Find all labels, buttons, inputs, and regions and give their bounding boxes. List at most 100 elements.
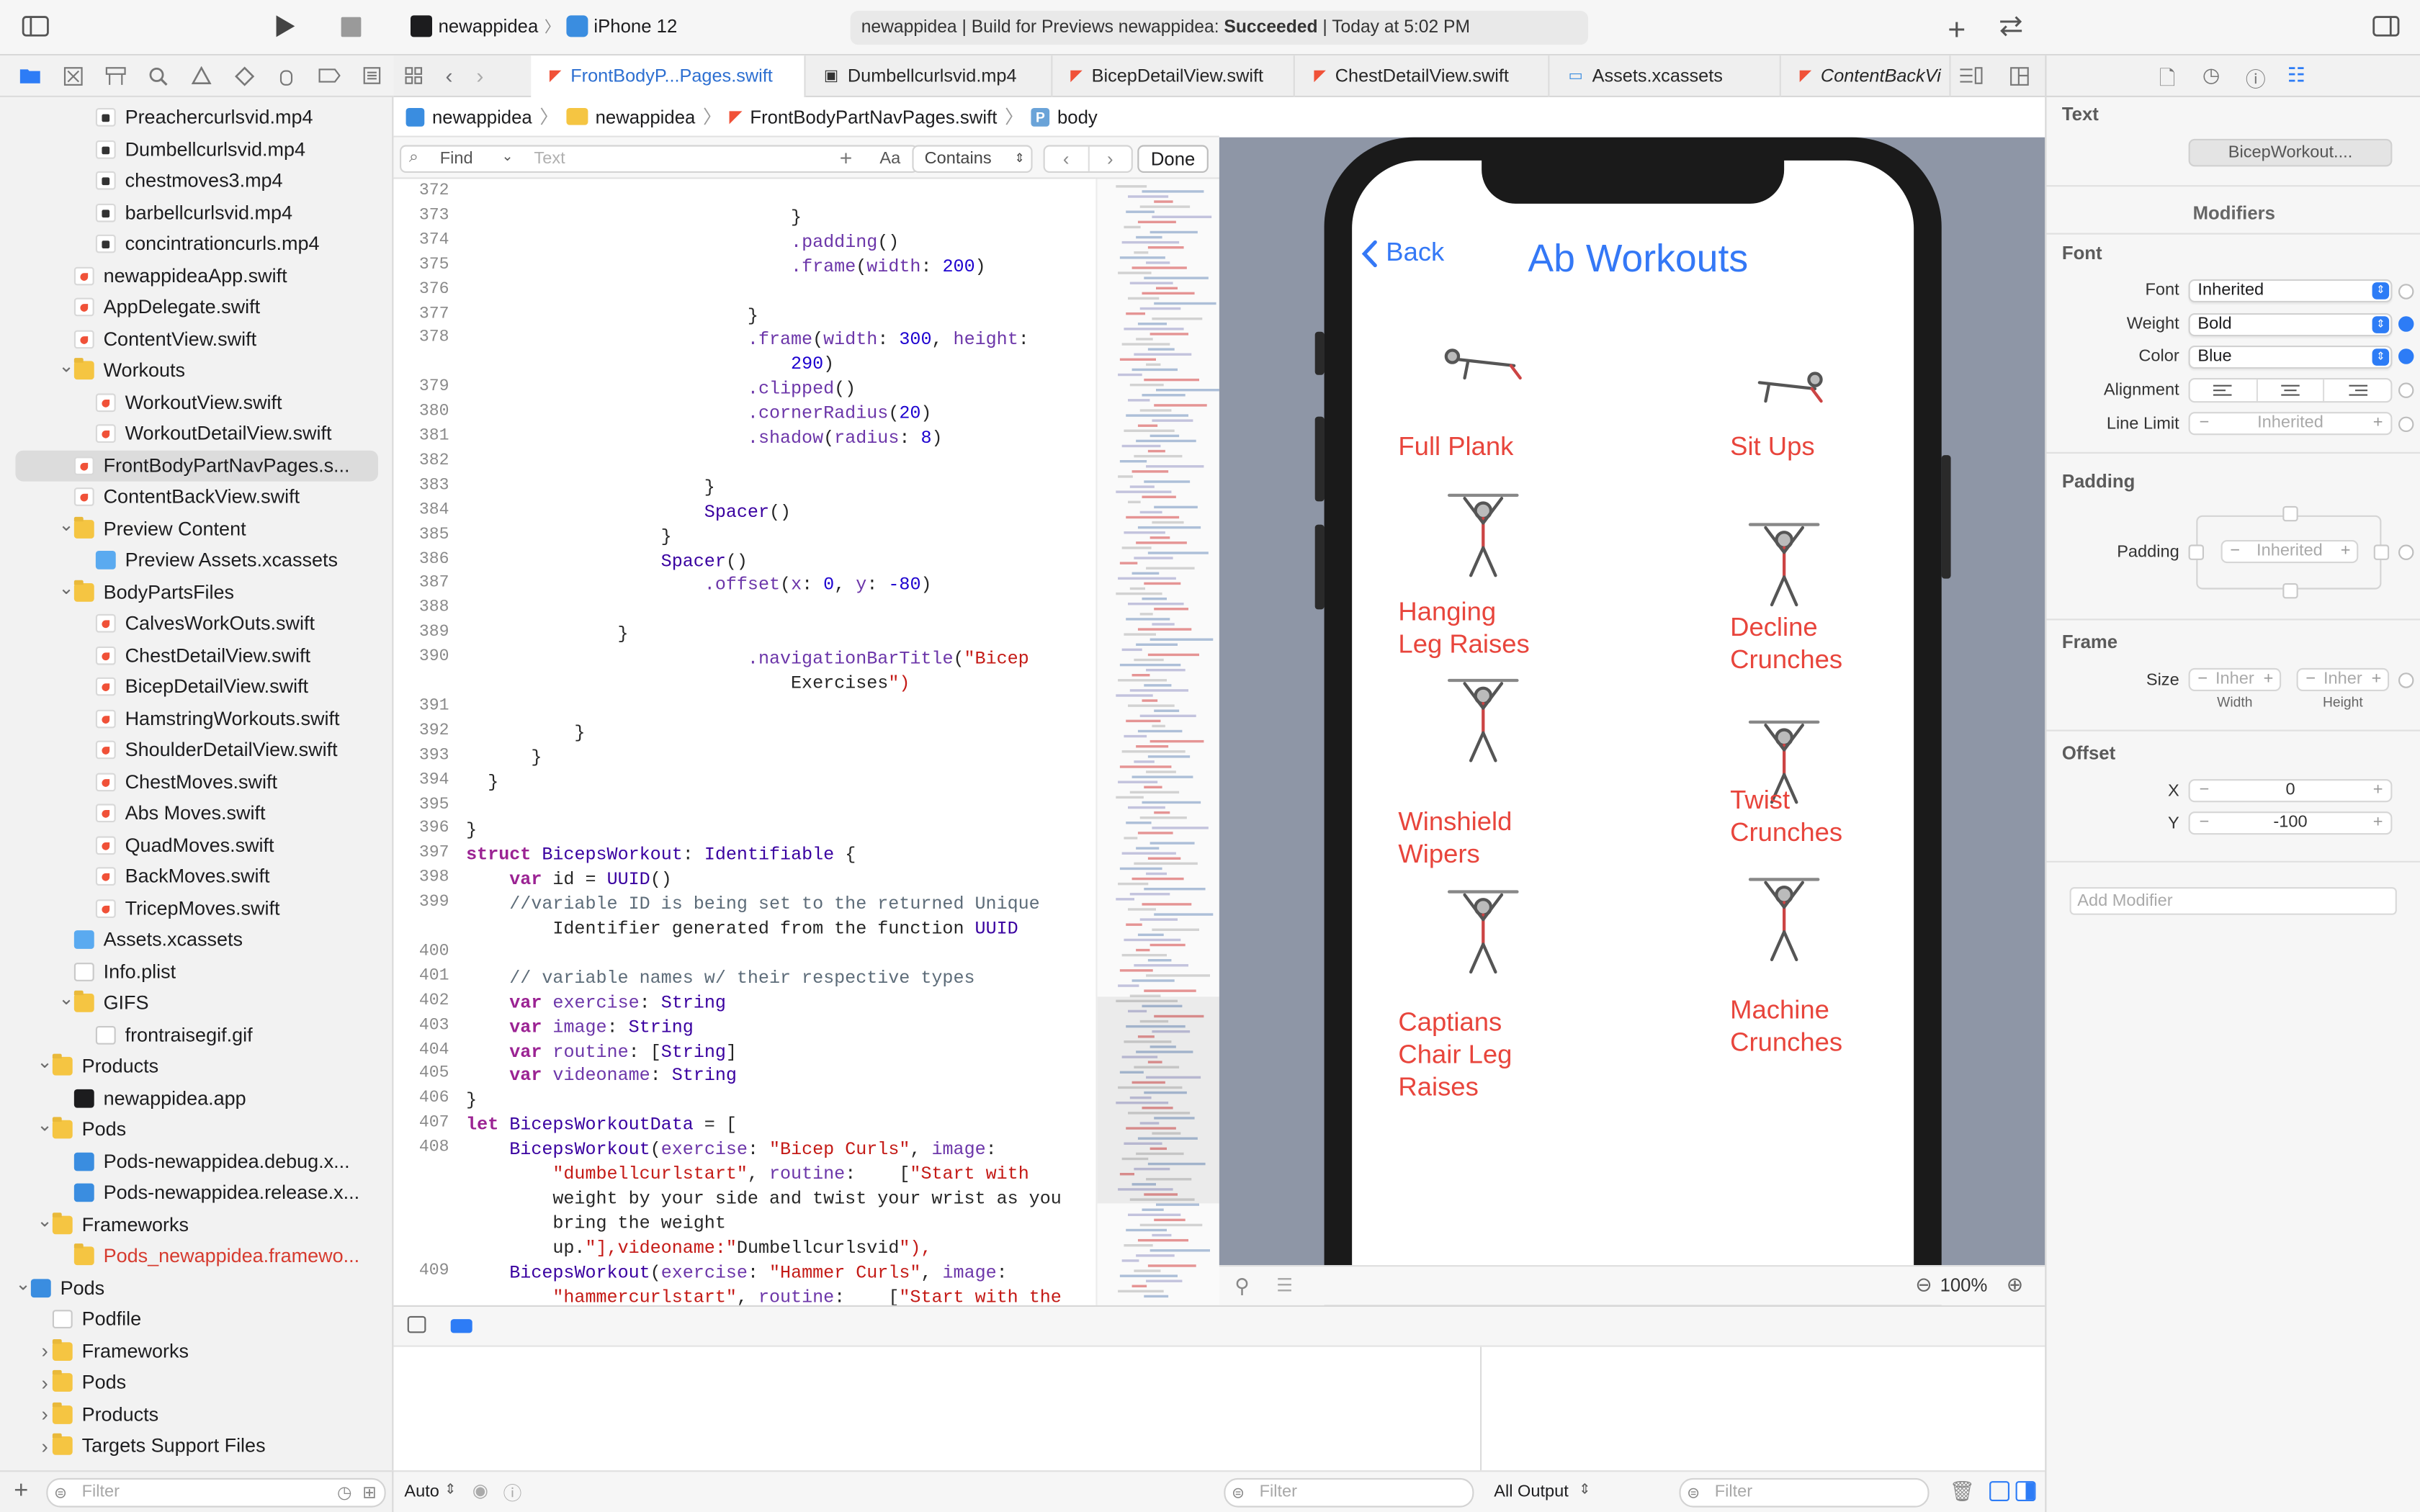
disclosure-closed-icon[interactable]: › — [37, 1403, 52, 1426]
navigator-item[interactable]: Abs Moves.swift — [0, 798, 392, 829]
navigator-toggle-icon[interactable] — [22, 15, 50, 37]
inspector-toggle-icon[interactable] — [2372, 15, 2401, 37]
plus-icon[interactable]: + — [2372, 670, 2382, 690]
stop-button[interactable] — [341, 17, 362, 37]
navigator-item[interactable]: AppDelegate.swift — [0, 292, 392, 323]
editor-tab[interactable]: ◤ BicepDetailView.swift — [1052, 55, 1296, 96]
exercise-image[interactable] — [1738, 873, 1831, 966]
navigator-item[interactable]: FrontBodyPartNavPages.s... — [15, 449, 379, 482]
exercise-image[interactable] — [1437, 674, 1530, 767]
info-icon[interactable]: ⓘ — [503, 1480, 522, 1506]
padding-bottom-checkbox[interactable] — [2282, 583, 2298, 599]
code-line[interactable]: } — [466, 477, 715, 498]
navigator-filter-field[interactable]: ⊜ Filter ◷ ⊞ — [46, 1477, 386, 1508]
console-view-icon[interactable] — [2015, 1481, 2036, 1501]
disclosure-open-icon[interactable]: ⌄ — [37, 1115, 53, 1136]
navigator-item[interactable]: frontraisegif.gif — [0, 1019, 392, 1050]
code-line[interactable]: BicepsWorkout(exercise: "Bicep Curls", i… — [466, 1139, 996, 1161]
color-select[interactable]: Blue ⇕ — [2188, 346, 2393, 369]
navigator-item[interactable]: Preview Assets.xcassets — [0, 544, 392, 576]
minimap[interactable] — [1095, 179, 1219, 1305]
variables-scope-select[interactable]: Auto — [404, 1482, 439, 1501]
exercise-image[interactable] — [1437, 338, 1530, 384]
padding-trailing-checkbox[interactable] — [2373, 544, 2390, 560]
editor-tab[interactable]: ▭ Assets.xcassets — [1550, 55, 1781, 96]
find-mode[interactable]: Find — [440, 150, 473, 168]
navigator-item[interactable]: ⌄ Frameworks — [0, 1209, 392, 1241]
exercise-label[interactable]: Sit Ups — [1730, 431, 1814, 463]
padding-leading-checkbox[interactable] — [2188, 544, 2204, 560]
warning-icon[interactable] — [180, 55, 223, 96]
done-button[interactable]: Done — [1137, 145, 1209, 173]
line-limit-stepper[interactable]: − Inherited + — [2188, 412, 2393, 436]
navigator-item[interactable]: ChestMoves.swift — [0, 766, 392, 798]
search-icon[interactable] — [138, 55, 180, 96]
exercise-image[interactable] — [1437, 886, 1530, 978]
debug-icon[interactable] — [266, 55, 308, 96]
navigator-item[interactable]: › Products — [0, 1398, 392, 1430]
exercise-label[interactable]: Decline Crunches — [1730, 611, 1842, 676]
exercise-image[interactable] — [1738, 361, 1831, 407]
disclosure-closed-icon[interactable]: › — [37, 1434, 52, 1457]
exercise-label[interactable]: Hanging Leg Raises — [1398, 595, 1529, 660]
navigator-item[interactable]: ContentBackView.swift — [0, 482, 392, 513]
debug-console[interactable] — [393, 1346, 2045, 1471]
add-modifier-field[interactable]: Add Modifier — [2069, 887, 2397, 915]
navigator-item[interactable]: Pods_newappidea.framewo... — [0, 1241, 392, 1272]
disclosure-open-icon[interactable]: ⌄ — [58, 577, 74, 598]
frame-indicator[interactable] — [2398, 672, 2414, 688]
offset-y-stepper[interactable]: − -100 + — [2188, 811, 2393, 835]
folder-icon[interactable] — [9, 55, 52, 96]
exercise-label[interactable]: Twist Crunches — [1730, 784, 1842, 849]
disclosure-closed-icon[interactable]: › — [37, 1340, 52, 1363]
navigator-item[interactable]: chestmoves3.mp4 — [0, 165, 392, 197]
file-inspector-icon[interactable]: 🗋 — [2159, 65, 2175, 99]
console-filter-field[interactable]: ⊜ Filter — [1679, 1477, 1930, 1508]
navigator-item[interactable]: ⌄ BodyPartsFiles — [0, 576, 392, 608]
navigator-item[interactable]: barbellcurlsvid.mp4 — [0, 197, 392, 228]
disclosure-open-icon[interactable]: ⌄ — [37, 1051, 53, 1073]
code-line[interactable]: .navigationBarTitle("Bicep — [466, 648, 1029, 670]
zoom-level[interactable]: 100% — [1940, 1274, 1988, 1296]
navigator-item[interactable]: Assets.xcassets — [0, 924, 392, 956]
font-indicator[interactable] — [2398, 284, 2414, 300]
code-line[interactable]: .frame(width: 300, height: — [466, 329, 1029, 351]
variants-icon[interactable]: ☰ — [1276, 1274, 1293, 1296]
code-line[interactable]: // variable names w/ their respective ty… — [466, 967, 974, 989]
navigator-item[interactable]: ⌄ Products — [0, 1050, 392, 1082]
exercise-label[interactable]: Full Plank — [1398, 431, 1513, 463]
disclosure-open-icon[interactable]: ⌄ — [58, 355, 74, 377]
code-line[interactable]: Identifier generated from the function U… — [466, 918, 1018, 940]
code-line[interactable]: } — [466, 207, 802, 228]
navigator-item[interactable]: ⌄ Workouts — [0, 355, 392, 387]
width-stepper[interactable]: − Inher + — [2188, 667, 2282, 691]
font-select[interactable]: Inherited ⇕ — [2188, 279, 2393, 302]
code-line[interactable]: .clipped() — [466, 378, 856, 400]
disclosure-open-icon[interactable]: ⌄ — [37, 1209, 53, 1230]
navigator-item[interactable]: concintrationcurls.mp4 — [0, 228, 392, 260]
eye-icon[interactable]: ◉ — [472, 1480, 488, 1501]
navigator-item[interactable]: ⌄ Pods — [0, 1114, 392, 1146]
padding-stepper[interactable]: − Inherited + — [2220, 540, 2359, 564]
recent-icon[interactable]: ◷ — [337, 1481, 352, 1507]
navigator-item[interactable]: TricepMoves.swift — [0, 893, 392, 924]
navigator-item[interactable]: ChestDetailView.swift — [0, 639, 392, 671]
navigator-item[interactable]: › Pods — [0, 1367, 392, 1399]
editor-tab[interactable]: ◤ FrontBodyP...Pages.swift — [531, 55, 806, 96]
code-line[interactable]: } — [466, 721, 585, 743]
code-editor[interactable]: 372 373 } 374 .padding() 375 .frame(width: … — [393, 179, 1096, 1305]
code-line[interactable]: .cornerRadius(20) — [466, 402, 932, 424]
weight-indicator[interactable] — [2398, 316, 2414, 332]
grid-icon[interactable] — [393, 66, 434, 85]
navigator-item[interactable]: QuadMoves.swift — [0, 829, 392, 861]
trash-icon[interactable]: 🗑 — [1949, 1480, 1974, 1504]
code-line[interactable]: "dumbellcurlstart", routine: ["Start wit… — [466, 1164, 1028, 1185]
navigator-item[interactable]: HamstringWorkouts.swift — [0, 703, 392, 734]
disclosure-open-icon[interactable]: ⌄ — [58, 513, 74, 535]
code-line[interactable]: } — [466, 526, 672, 547]
padding-top-checkbox[interactable] — [2282, 505, 2298, 522]
attributes-inspector-icon[interactable]: ☷ — [2287, 63, 2305, 88]
align-left-icon[interactable] — [2190, 379, 2258, 402]
navigator-item[interactable]: ContentView.swift — [0, 323, 392, 355]
code-line[interactable]: Spacer() — [466, 550, 748, 572]
